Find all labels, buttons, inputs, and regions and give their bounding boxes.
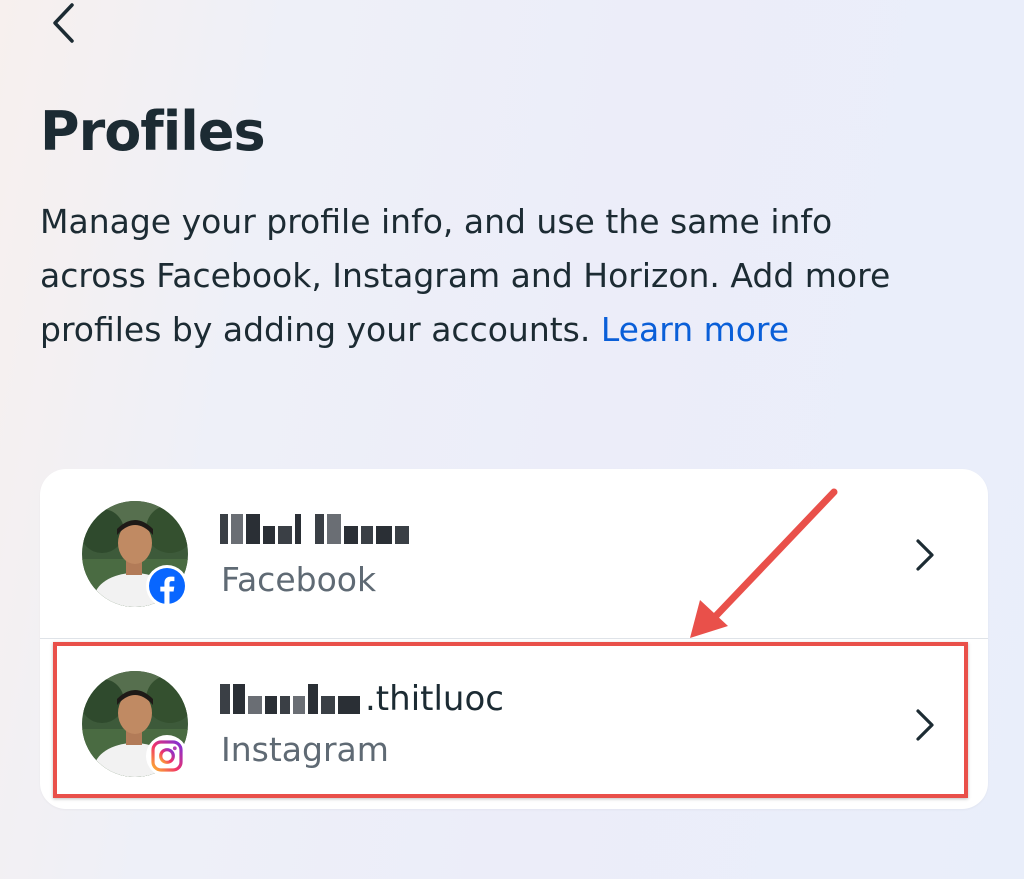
platform-label: Facebook	[221, 560, 377, 599]
profiles-description: Manage your profile info, and use the sa…	[40, 195, 940, 357]
learn-more-link[interactable]: Learn more	[601, 310, 789, 349]
back-button[interactable]	[38, 0, 88, 46]
facebook-icon	[149, 568, 185, 604]
profile-row-facebook[interactable]: Facebook	[40, 469, 988, 639]
facebook-badge	[146, 565, 188, 607]
chevron-right-icon	[916, 539, 934, 571]
profile-name-redacted	[220, 513, 412, 545]
platform-label: Instagram	[221, 730, 389, 769]
instagram-badge	[146, 735, 188, 777]
chevron-left-icon	[53, 3, 74, 43]
profile-name-suffix: .thitluoc	[365, 679, 504, 719]
profiles-card: Facebook .thitluoc Instagram	[40, 469, 988, 809]
profile-row-instagram[interactable]: .thitluoc Instagram	[40, 639, 988, 809]
instagram-icon	[151, 740, 183, 772]
chevron-right-icon	[916, 709, 934, 741]
page-title: Profiles	[40, 100, 266, 163]
profile-name: .thitluoc	[220, 679, 504, 719]
